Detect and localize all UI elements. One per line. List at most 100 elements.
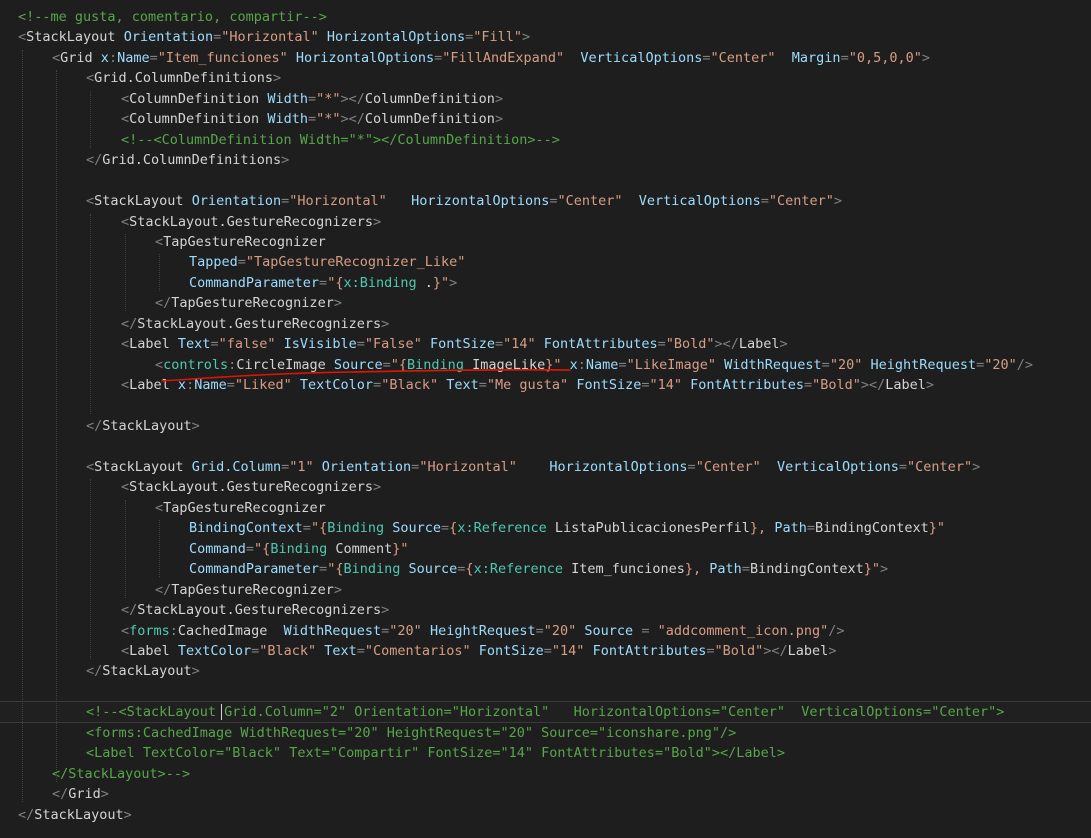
code-token: TapGestureRecognizer	[163, 233, 326, 250]
code-token: <!--me gusta, comentario, compartir-->	[18, 9, 327, 25]
code-line[interactable]: <Grid x:Name="Item_funciones" Horizontal…	[0, 48, 1091, 68]
code-line[interactable]: </StackLayout>-->	[0, 764, 1091, 784]
code-line[interactable]: <TapGestureRecognizer	[0, 498, 1091, 518]
code-token: =	[251, 642, 260, 659]
code-line[interactable]: </TapGestureRecognizer>	[0, 580, 1091, 600]
code-token: "Black"	[259, 642, 317, 659]
code-token: IsVisible	[283, 336, 357, 353]
code-token: FontAttributes	[592, 642, 707, 659]
code-token: Label	[885, 377, 926, 394]
code-line[interactable]: <StackLayout Orientation="Horizontal" Ho…	[0, 191, 1091, 211]
code-line[interactable]: Tapped="TapGestureRecognizer_Like"	[0, 252, 1091, 272]
code-line[interactable]: <ColumnDefinition Width="*"></ColumnDefi…	[0, 89, 1091, 109]
code-token: =	[356, 642, 365, 659]
code-token: ColumnDefinition	[129, 111, 260, 128]
code-line[interactable]: <forms:CachedImage WidthRequest="20" Hei…	[0, 723, 1091, 743]
code-line[interactable]: <ColumnDefinition Width="*"></ColumnDefi…	[0, 109, 1091, 129]
code-token: >	[333, 581, 342, 598]
code-token: HorizontalOptions	[326, 29, 466, 46]
code-token: VerticalOptions	[580, 49, 703, 66]
code-line[interactable]: </StackLayout.GestureRecognizers>	[0, 600, 1091, 620]
code-token: =	[319, 561, 328, 578]
indent-guide	[90, 213, 91, 414]
code-line[interactable]	[0, 171, 1091, 191]
code-token: <	[86, 70, 95, 87]
code-line[interactable]: <StackLayout Orientation="Horizontal" Ho…	[0, 27, 1091, 47]
code-token: =	[806, 520, 815, 537]
code-line[interactable]: <forms:CachedImage WidthRequest="20" Hei…	[0, 621, 1091, 641]
code-token: "Item_funciones"	[157, 49, 288, 66]
code-token: Path	[709, 561, 742, 578]
code-token: CircleImage	[236, 356, 326, 373]
code-line[interactable]: <!--<ColumnDefinition Width="*"></Column…	[0, 130, 1091, 150]
indent-guide	[90, 90, 91, 148]
code-line[interactable]	[0, 682, 1091, 702]
code-line[interactable]: <Label x:Name="Liked" TextColor="Black" …	[0, 375, 1091, 395]
code-token: StackLayout	[102, 663, 192, 680]
code-token: Binding	[343, 561, 401, 578]
code-token: =	[213, 29, 222, 46]
code-line[interactable]: <TapGestureRecognizer	[0, 232, 1091, 252]
code-token: Text	[324, 642, 357, 659]
code-token: =	[803, 377, 813, 394]
code-token: ></	[714, 336, 739, 353]
code-line[interactable]: <Grid.ColumnDefinitions>	[0, 68, 1091, 88]
code-token: =	[898, 458, 908, 475]
code-token: FontSize	[576, 377, 642, 394]
code-token: <	[121, 377, 130, 394]
code-line[interactable]: </StackLayout.GestureRecognizers>	[0, 314, 1091, 334]
code-token: =	[478, 377, 487, 394]
code-line[interactable]: <!--<StackLayout Grid.Column="2" Orienta…	[0, 701, 1091, 724]
code-line[interactable]: <Label TextColor="Black" Text="Compartir…	[0, 743, 1091, 763]
code-token: VerticalOptions	[776, 458, 899, 475]
code-token: TapGestureRecognizer	[171, 581, 334, 598]
indent-guide	[125, 499, 126, 598]
code-token: StackLayout	[102, 418, 192, 434]
code-token: CommandParameter	[189, 561, 320, 578]
code-line[interactable]: </StackLayout>	[0, 805, 1091, 825]
code-line[interactable]: <StackLayout.GestureRecognizers>	[0, 477, 1091, 497]
code-line[interactable]: </Grid>	[0, 784, 1091, 804]
code-token: Grid.ColumnDefinitions	[102, 152, 282, 169]
code-token: =	[641, 377, 650, 394]
code-line[interactable]: CommandParameter="{Binding Source={x:Ref…	[0, 559, 1091, 579]
code-line[interactable]: </Grid.ColumnDefinitions>	[0, 150, 1091, 170]
code-token: >	[494, 111, 504, 128]
code-line[interactable]: <!--me gusta, comentario, compartir-->	[0, 7, 1091, 27]
code-line[interactable]: <StackLayout.GestureRecognizers>	[0, 212, 1091, 232]
code-token: =	[706, 642, 715, 659]
code-token: "False"	[364, 336, 422, 353]
code-token: </	[86, 152, 103, 169]
code-token: "1"	[289, 458, 314, 475]
code-line[interactable]: </StackLayout>	[0, 416, 1091, 436]
code-editor[interactable]: <!--me gusta, comentario, compartir--> <S…	[0, 0, 1091, 838]
code-line[interactable]: <controls:CircleImage Source="{Binding I…	[0, 355, 1091, 375]
indent-guide	[56, 70, 57, 782]
code-token: <	[121, 213, 130, 230]
code-token: "Horizontal"	[289, 193, 387, 210]
code-token: Text	[177, 336, 211, 353]
code-line[interactable]: Command="{Binding Comment}"	[0, 539, 1091, 559]
code-line[interactable]: </TapGestureRecognizer>	[0, 293, 1091, 313]
code-line[interactable]: <StackLayout Grid.Column="1" Orientation…	[0, 457, 1091, 477]
code-line[interactable]: BindingContext="{Binding Source={x:Refer…	[0, 518, 1091, 538]
code-line[interactable]: <Label Text="false" IsVisible="False" Fo…	[0, 334, 1091, 354]
code-line[interactable]: <Label TextColor="Black" Text="Comentari…	[0, 641, 1091, 661]
code-token: </	[121, 602, 138, 619]
indent-guide	[159, 520, 160, 578]
code-line[interactable]	[0, 436, 1091, 456]
code-line[interactable]: CommandParameter="{x:Binding .}">	[0, 273, 1091, 293]
code-token: <	[18, 29, 27, 46]
code-token: CachedImage	[177, 622, 268, 639]
code-token: "Horizontal"	[419, 458, 517, 475]
code-line[interactable]	[0, 396, 1091, 416]
code-token: "Comentarios"	[364, 642, 471, 659]
code-token: "Liked"	[234, 377, 292, 394]
code-line[interactable]: </StackLayout>	[0, 661, 1091, 681]
